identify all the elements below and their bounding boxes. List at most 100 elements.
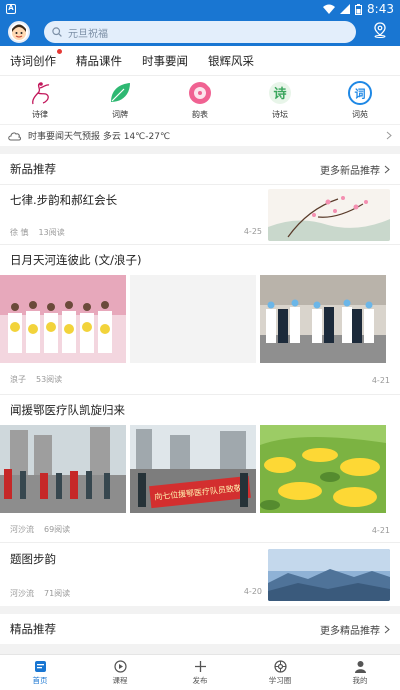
article-thumbnail <box>268 189 390 241</box>
location-pin-icon <box>374 22 386 38</box>
home-icon <box>34 660 46 672</box>
tab-poetry-creation[interactable]: 诗词创作 <box>10 47 63 69</box>
article-date: 4-21 <box>371 376 390 385</box>
avatar-face-icon <box>12 24 26 40</box>
nav-label: 学习圈 <box>268 675 292 685</box>
article-title: 题图步韵 <box>10 552 56 566</box>
nav-label: 发布 <box>192 675 208 685</box>
play-icon <box>113 659 127 673</box>
nav-label: 首页 <box>32 675 48 685</box>
tab-label: 时事要闻 <box>142 53 188 68</box>
article-photo: 向七位援鄂医疗队员致敬 <box>130 425 256 513</box>
article-photo <box>0 425 126 513</box>
article-title: 日月天河连彼此 (文/浪子) <box>10 253 142 267</box>
weather-bar[interactable]: 时事要闻天气预报 多云 14℃-27℃ <box>0 124 400 146</box>
grid-label: 韵表 <box>192 110 208 119</box>
article-reads: 53阅读 <box>36 375 63 384</box>
grid-item-yunbiao[interactable]: 韵表 <box>170 80 230 120</box>
article-item[interactable]: 题图步韵 河沙流 71阅读 4-20 <box>0 542 400 606</box>
article-author: 徐 慎 <box>10 228 29 237</box>
grid-item-ciyuan[interactable]: 词 词苑 <box>330 80 390 120</box>
svg-text:诗: 诗 <box>273 86 286 102</box>
nav-course[interactable]: 课程 <box>90 659 150 686</box>
new-products-section: 新品推荐 更多新品推荐 七律.步韵和郝红会长 徐 慎 13阅读 4-25 日月天… <box>0 154 400 606</box>
dancer-icon <box>27 80 53 106</box>
article-title: 七律.步韵和郝红会长 <box>10 193 118 207</box>
more-new-products-link[interactable]: 更多新品推荐 <box>320 162 390 177</box>
app-notification-icon: A <box>6 4 16 14</box>
new-badge <box>56 47 63 55</box>
premium-section: 精品推荐 更多精品推荐 <box>0 614 400 644</box>
grid-item-shilv[interactable]: 诗律 <box>10 80 70 120</box>
plus-icon <box>194 660 206 672</box>
avatar[interactable] <box>8 21 30 43</box>
search-icon <box>52 27 62 37</box>
location-button[interactable] <box>372 22 388 42</box>
nav-mine[interactable]: 我的 <box>330 660 390 686</box>
tab-news[interactable]: 时事要闻 <box>142 53 188 69</box>
chevron-right-icon <box>384 625 390 633</box>
cloud-icon <box>8 131 21 140</box>
category-tabs: 诗词创作 精品课件 时事要闻 银辉风采 <box>0 46 400 76</box>
article-date: 4-25 <box>243 227 262 236</box>
grid-label: 词苑 <box>352 110 368 119</box>
battery-icon <box>355 3 363 15</box>
nav-study-circle[interactable]: 学习圈 <box>250 659 310 686</box>
section-header: 新品推荐 更多新品推荐 <box>0 154 400 184</box>
leaf-icon <box>107 80 133 106</box>
article-author: 河沙流 <box>10 589 34 598</box>
article-date: 4-20 <box>243 587 262 596</box>
grid-label: 诗坛 <box>272 110 288 119</box>
article-date: 4-21 <box>371 526 390 535</box>
feature-grid: 诗律 词牌 韵表 诗 诗坛 词 词苑 <box>0 76 400 124</box>
signal-icon <box>340 4 351 14</box>
article-images: 向七位援鄂医疗队员致敬 <box>0 425 400 513</box>
person-icon <box>354 660 366 673</box>
ci-garden-icon: 词 <box>347 80 373 106</box>
chevron-right-icon <box>386 131 392 140</box>
grid-label: 诗律 <box>32 110 48 119</box>
status-bar: A 8:43 <box>0 0 400 18</box>
aperture-icon <box>273 659 287 673</box>
article-photo <box>260 425 386 513</box>
article-item[interactable]: 闻援鄂医疗队凯旋归来 向七位援鄂医疗队员致敬 河沙流 69阅读 4-21 <box>0 394 400 542</box>
section-title: 新品推荐 <box>10 162 56 176</box>
search-input[interactable]: 元旦祝福 <box>44 21 356 43</box>
weather-text: 时事要闻天气预报 多云 14℃-27℃ <box>28 132 171 142</box>
bottom-navigation: 首页 课程 发布 学习圈 我的 <box>0 654 400 690</box>
more-label: 更多新品推荐 <box>320 165 380 177</box>
grid-item-shitan[interactable]: 诗 诗坛 <box>250 80 310 120</box>
article-reads: 13阅读 <box>38 228 65 237</box>
section-header: 精品推荐 更多精品推荐 <box>0 614 400 644</box>
article-title: 闻援鄂医疗队凯旋归来 <box>10 403 125 417</box>
article-photo <box>0 275 126 363</box>
article-item[interactable]: 日月天河连彼此 (文/浪子) 浪子 53阅读 4-21 <box>0 244 400 394</box>
article-reads: 69阅读 <box>44 525 71 534</box>
search-placeholder: 元旦祝福 <box>68 28 108 40</box>
nav-label: 课程 <box>112 675 128 685</box>
more-label: 更多精品推荐 <box>320 625 380 637</box>
article-reads: 71阅读 <box>44 589 71 598</box>
article-photo <box>130 275 256 363</box>
article-item[interactable]: 七律.步韵和郝红会长 徐 慎 13阅读 4-25 <box>0 184 400 244</box>
tab-silver-style[interactable]: 银辉风采 <box>208 53 254 69</box>
article-photo <box>260 275 386 363</box>
article-thumbnail <box>268 549 390 601</box>
article-author: 浪子 <box>10 375 26 384</box>
wifi-icon <box>323 4 336 14</box>
vinyl-icon <box>187 80 213 106</box>
grid-label: 词牌 <box>112 110 128 119</box>
more-premium-link[interactable]: 更多精品推荐 <box>320 622 390 637</box>
nav-publish[interactable]: 发布 <box>170 660 230 686</box>
article-images <box>0 275 400 363</box>
section-title: 精品推荐 <box>10 622 56 636</box>
tab-label: 诗词创作 <box>10 53 56 68</box>
clock: 8:43 <box>367 2 394 16</box>
chevron-right-icon <box>384 165 390 173</box>
grid-item-cipai[interactable]: 词牌 <box>90 80 150 120</box>
poetry-altar-icon: 诗 <box>267 80 293 106</box>
nav-label: 我的 <box>352 675 368 685</box>
tab-courseware[interactable]: 精品课件 <box>76 53 122 69</box>
nav-home[interactable]: 首页 <box>10 660 70 686</box>
top-bar: 元旦祝福 <box>0 18 400 46</box>
